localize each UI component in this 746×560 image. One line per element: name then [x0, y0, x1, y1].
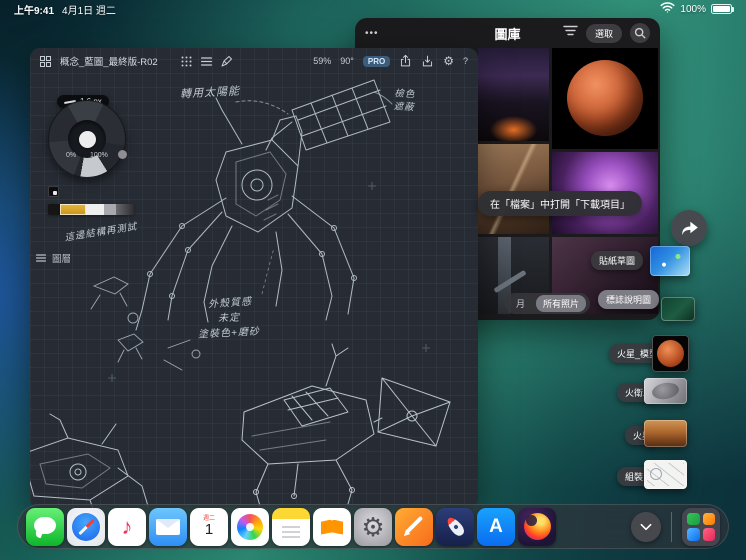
more-options-icon[interactable]: ••• — [365, 28, 379, 39]
drawing-app-window: 轉用太陽能 檢色 遮蔽 V2 這邊結構再測試 外殼質感 未定 塗裝色+磨砂 概念… — [30, 48, 478, 508]
import-button[interactable] — [421, 54, 434, 68]
app-store-letter: A — [489, 515, 503, 537]
dock-icon-messages[interactable] — [26, 507, 64, 546]
opacity-min-label: 0% — [66, 152, 77, 159]
tab-all-photos[interactable]: 所有照片 — [536, 295, 587, 312]
pen-tool-button[interactable] — [221, 55, 232, 67]
music-note-icon: ♪ — [121, 513, 133, 539]
drag-item-thumbnail-mars-model[interactable] — [652, 335, 689, 372]
active-tool-dot[interactable] — [78, 130, 96, 148]
layers-label: 圖層 — [52, 254, 72, 265]
objects-button[interactable] — [181, 56, 192, 67]
list-button[interactable] — [200, 56, 212, 67]
dock-icon-notes[interactable] — [272, 507, 310, 546]
lines-icon — [200, 56, 212, 66]
mini-app-tile — [687, 512, 700, 525]
drag-item-thumbnail-deimos[interactable] — [644, 378, 687, 404]
drawing-toolbar: 概念_藍圖_最終版-R02 59% 90° PRO ⚙ ? — [30, 48, 478, 74]
dock-icon-firefox[interactable] — [518, 507, 556, 546]
swatch-icon[interactable] — [48, 186, 59, 197]
dock: ♪ 週二 1 ⚙ A — [17, 504, 729, 549]
dock-icon-drawing-app[interactable] — [395, 507, 433, 546]
color-swatch-gold-selected[interactable] — [60, 204, 86, 215]
drag-item-thumbnail-assembly[interactable] — [644, 460, 687, 489]
app-menu-button[interactable] — [40, 55, 51, 67]
dock-icon-rocket-app[interactable] — [436, 507, 474, 546]
mini-app-tile — [702, 512, 715, 525]
share-icon — [401, 54, 411, 67]
calendar-day-label: 1 — [204, 520, 214, 538]
settings-button[interactable]: ⚙ — [443, 54, 454, 68]
status-bar: 上午9:41 4月1日 週二 100% — [0, 0, 746, 18]
forward-arrow-icon — [682, 221, 698, 235]
dock-icon-app-store[interactable]: A — [477, 507, 515, 546]
annotation-solar-power: 轉用太陽能 — [179, 85, 241, 101]
document-title[interactable]: 概念_藍圖_最終版-R02 — [60, 54, 158, 68]
pen-icon — [221, 55, 232, 66]
chevron-down-button[interactable] — [631, 511, 661, 542]
clock-time: 上午9:41 — [14, 5, 55, 17]
search-button[interactable] — [630, 23, 650, 43]
dock-icon-books[interactable] — [313, 507, 351, 546]
color-swatch-black[interactable] — [48, 204, 60, 215]
color-swatch-gradient[interactable] — [116, 204, 134, 215]
photo-volcano-night[interactable] — [478, 48, 549, 141]
drag-item-thumbnail-mars[interactable] — [644, 420, 687, 447]
library-view-tabs: 月 所有照片 — [505, 293, 591, 314]
color-strip[interactable] — [48, 204, 134, 215]
annotation-color-note: 檢色 遮蔽 — [393, 88, 416, 114]
mini-app-tile — [702, 528, 715, 541]
chevron-down-icon — [640, 523, 652, 530]
secondary-color-dot[interactable] — [118, 150, 127, 159]
dock-icon-safari[interactable] — [67, 507, 105, 546]
annotation-undecided: 未定 — [217, 312, 241, 325]
tab-months[interactable]: 月 — [509, 295, 532, 312]
import-icon — [423, 55, 433, 67]
drag-item-label[interactable]: 貼紙草圖 — [591, 251, 644, 270]
dock-divider — [671, 511, 672, 542]
clock-date: 4月1日 週二 — [62, 5, 116, 17]
dock-icon-calendar[interactable]: 週二 1 — [190, 507, 228, 546]
layers-menu-icon — [36, 254, 46, 262]
app-grid-icon — [40, 55, 51, 67]
color-swatch-gray[interactable] — [104, 204, 116, 215]
opacity-max-label: 100% — [90, 152, 108, 159]
photo-desert-dunes[interactable] — [478, 144, 549, 234]
dock-icon-settings[interactable]: ⚙ — [354, 507, 392, 546]
dock-icon-music[interactable]: ♪ — [108, 507, 146, 546]
app-library-button[interactable] — [682, 507, 720, 546]
select-button[interactable]: 選取 — [585, 23, 622, 43]
gear-icon: ⚙ — [443, 54, 454, 68]
gallery-header: ••• 圖庫 選取 — [355, 18, 660, 48]
mini-app-tile — [687, 528, 700, 541]
photo-mars-planet[interactable] — [552, 48, 658, 149]
settings-gear-icon: ⚙ — [361, 511, 385, 542]
brush-color-wheel[interactable] — [48, 100, 127, 178]
help-button[interactable]: ? — [463, 56, 468, 66]
drag-item-label[interactable]: 標誌說明圖 — [598, 290, 660, 309]
export-button[interactable] — [399, 54, 412, 68]
wifi-icon — [660, 2, 675, 16]
share-forward-button[interactable] — [671, 210, 707, 246]
drag-item-thumbnail-logo-diagram[interactable] — [661, 297, 695, 321]
color-swatch-white[interactable] — [86, 204, 104, 215]
nine-dot-grid-icon — [181, 56, 192, 66]
dock-icon-photos[interactable] — [231, 507, 269, 546]
search-icon — [634, 27, 646, 39]
pro-badge[interactable]: PRO — [362, 55, 391, 67]
tool-wheel[interactable]: 1.6 px 0% 100% — [40, 88, 150, 238]
layers-toggle[interactable]: 圖層 — [36, 251, 71, 265]
drag-item-thumbnail-sticker-sketch[interactable] — [650, 246, 690, 276]
filter-icon[interactable] — [563, 24, 578, 42]
zoom-level[interactable]: 59% — [313, 56, 331, 66]
download-tooltip: 在「檔案」中打開「下載項目」 — [478, 191, 642, 216]
rotation-level[interactable]: 90° — [340, 56, 354, 66]
battery-percent: 100% — [680, 3, 706, 15]
annotation-shell-texture: 外殼質感 — [207, 296, 253, 311]
battery-icon — [711, 4, 734, 14]
dock-icon-mail[interactable] — [149, 507, 187, 546]
